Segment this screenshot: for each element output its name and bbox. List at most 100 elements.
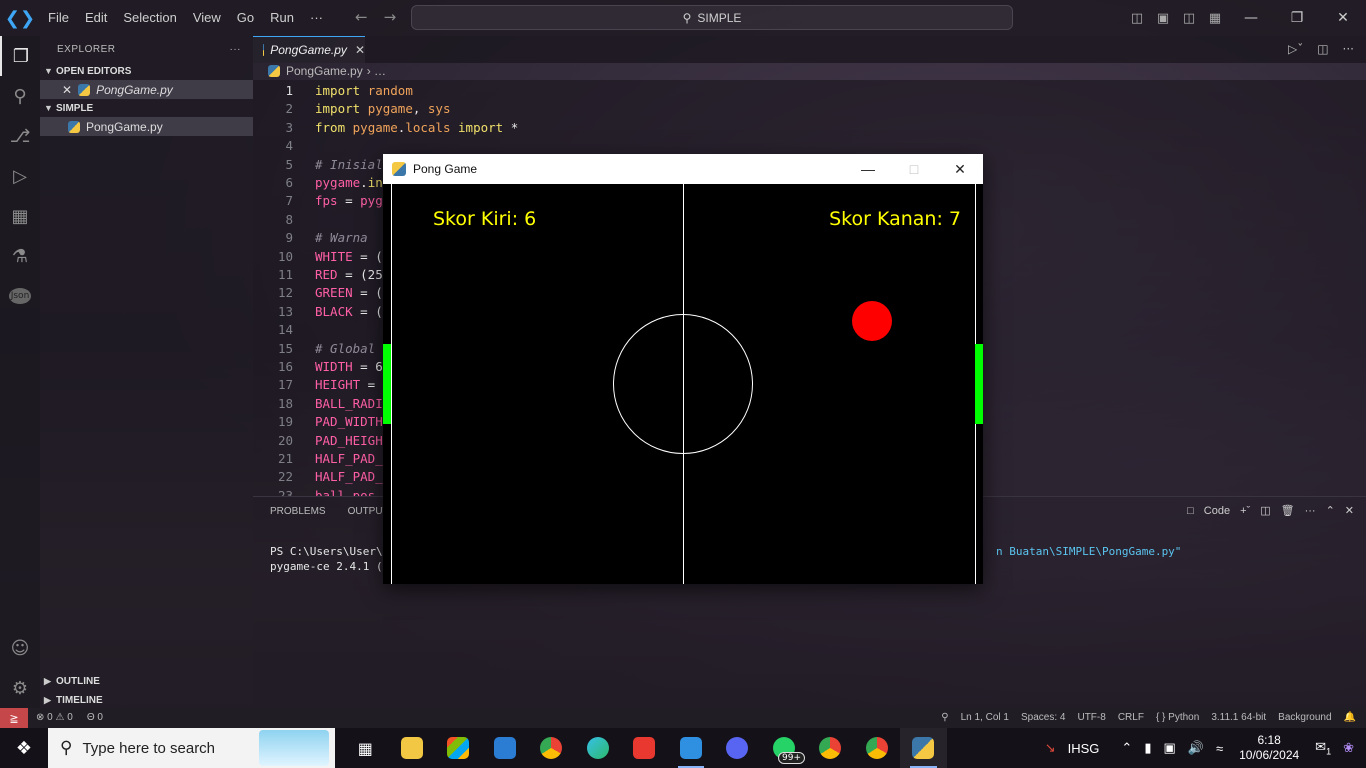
whatsapp-icon[interactable]: 99+	[761, 728, 808, 768]
code-line[interactable]: 3 from pygame.locals import *	[253, 119, 1353, 137]
breadcrumb: PongGame.py › …	[268, 64, 386, 78]
menu-more[interactable]: ···	[302, 0, 331, 36]
split-editor-icon[interactable]: ◫	[1317, 42, 1328, 56]
back-arrow-icon[interactable]: ←	[355, 8, 368, 26]
command-center[interactable]: ⚲ SIMPLE	[411, 5, 1013, 30]
windows-start-icon[interactable]: ❖	[0, 728, 48, 768]
mail-icon[interactable]	[482, 728, 529, 768]
more-icon[interactable]: ···	[1305, 505, 1316, 517]
code-line[interactable]: 1 import random	[253, 82, 1353, 100]
search-icon[interactable]: ⚲	[0, 76, 40, 116]
code-line[interactable]: 2 import pygame, sys	[253, 100, 1353, 118]
toggle-panel-icon[interactable]: ▣	[1150, 11, 1176, 26]
interpreter-version[interactable]: 3.11.1 64-bit	[1211, 712, 1266, 723]
account-icon[interactable]: ☺	[0, 628, 40, 668]
outline-section[interactable]: ▶ OUTLINE	[40, 672, 253, 690]
game-canvas[interactable]: Skor Kiri: 6 Skor Kanan: 7	[383, 184, 983, 584]
ports-status[interactable]: Θ 0	[87, 712, 103, 723]
zoom-icon[interactable]: ⚲	[941, 712, 948, 723]
split-terminal-icon[interactable]: ◫	[1260, 504, 1270, 517]
battery-icon[interactable]: ▮	[1138, 740, 1157, 756]
clock-date: 10/06/2024	[1239, 748, 1300, 762]
source-control-icon[interactable]: ⎇	[0, 116, 40, 156]
close-icon[interactable]: ✕	[62, 83, 72, 97]
toggle-sidebar-icon[interactable]: ◫	[1124, 11, 1150, 26]
maximize-panel-icon[interactable]: ⌃	[1326, 504, 1335, 517]
encoding[interactable]: UTF-8	[1077, 712, 1105, 723]
new-terminal-icon[interactable]: +ˇ	[1240, 505, 1250, 517]
chrome-profile-b-icon[interactable]	[854, 728, 901, 768]
notification-icon[interactable]: ✉1	[1309, 739, 1337, 757]
copilot-icon[interactable]: ❀	[1337, 740, 1360, 756]
meet-now-icon[interactable]: ▣	[1157, 740, 1181, 756]
remote-icon[interactable]: ≧	[0, 708, 28, 728]
minimize-button[interactable]: —	[1228, 10, 1274, 26]
stock-label[interactable]: IHSG	[1062, 741, 1106, 756]
python-file-icon	[68, 120, 80, 133]
language-mode[interactable]: { } Python	[1156, 712, 1199, 723]
extensions-icon[interactable]: ▦	[0, 196, 40, 236]
breadcrumb-more[interactable]: › …	[367, 64, 386, 78]
line-number: 7	[285, 193, 293, 209]
code-token: =	[337, 193, 361, 209]
explorer-icon[interactable]: ❐	[0, 36, 40, 76]
menu-run[interactable]: Run	[262, 0, 302, 36]
menu-selection[interactable]: Selection	[115, 0, 184, 36]
volume-icon[interactable]: 🔊	[1182, 740, 1210, 756]
tab-ponggame[interactable]: PongGame.py ✕	[253, 36, 365, 63]
problems-status[interactable]: ⊗ 0 ⚠ 0	[36, 712, 73, 723]
microsoft-store-icon[interactable]	[435, 728, 482, 768]
stock-chart-icon[interactable]: ↘	[1039, 740, 1062, 756]
line-number: 16	[277, 359, 293, 374]
indentation[interactable]: Spaces: 4	[1021, 712, 1065, 723]
testing-icon[interactable]: ⚗	[0, 236, 40, 276]
line-ending[interactable]: CRLF	[1118, 712, 1144, 723]
pong-minimize-button[interactable]: —	[845, 154, 891, 184]
file-tree-item[interactable]: PongGame.py	[40, 117, 253, 136]
run-debug-icon[interactable]: ▷	[0, 156, 40, 196]
customize-layout-icon[interactable]: ▦	[1202, 11, 1228, 26]
chevron-up-icon[interactable]: ⌃	[1115, 740, 1138, 756]
terminal-name[interactable]: Code	[1204, 505, 1230, 517]
code-token: # Global	[315, 340, 376, 356]
explorer-more-icon[interactable]: ···	[230, 44, 242, 55]
wifi-icon[interactable]: ≈	[1210, 741, 1229, 756]
close-tab-icon[interactable]: ✕	[355, 43, 365, 57]
run-icon[interactable]: ▷ˇ	[1288, 42, 1303, 56]
restore-button[interactable]: ❐	[1274, 10, 1320, 26]
toggle-secondary-sidebar-icon[interactable]: ◫	[1176, 11, 1202, 26]
edge-icon[interactable]	[575, 728, 622, 768]
code-line[interactable]: 4	[253, 137, 1353, 155]
close-button[interactable]: ✕	[1320, 10, 1366, 26]
menu-view[interactable]: View	[185, 0, 229, 36]
clock[interactable]: 6:18 10/06/2024	[1229, 733, 1309, 763]
taskbar-search[interactable]: ⚲ Type here to search	[48, 728, 335, 768]
python-taskbar-icon[interactable]	[900, 728, 947, 768]
settings-gear-icon[interactable]: ⚙	[0, 668, 40, 708]
vscode-taskbar-icon[interactable]	[668, 728, 715, 768]
file-explorer-icon[interactable]	[389, 728, 436, 768]
wps-office-icon[interactable]	[621, 728, 668, 768]
open-editors-section[interactable]: ▼ OPEN EDITORS	[40, 62, 253, 80]
menu-edit[interactable]: Edit	[77, 0, 115, 36]
breadcrumb-file[interactable]: PongGame.py	[286, 64, 363, 78]
timeline-section[interactable]: ▶ TIMELINE	[40, 691, 253, 709]
open-editor-item[interactable]: ✕ PongGame.py	[40, 80, 253, 99]
task-view-icon[interactable]: ▦	[342, 728, 389, 768]
more-actions-icon[interactable]: ···	[1343, 42, 1354, 56]
json-icon[interactable]: Json	[0, 276, 40, 316]
tab-problems[interactable]: PROBLEMS	[270, 506, 326, 517]
discord-icon[interactable]	[714, 728, 761, 768]
pong-close-button[interactable]: ✕	[937, 154, 983, 184]
chrome-profile-r-icon[interactable]	[807, 728, 854, 768]
close-panel-icon[interactable]: ✕	[1345, 504, 1354, 517]
cursor-position[interactable]: Ln 1, Col 1	[961, 712, 1009, 723]
menu-file[interactable]: File	[40, 0, 77, 36]
forward-arrow-icon[interactable]: →	[384, 8, 397, 26]
background-status[interactable]: Background	[1278, 712, 1331, 723]
trash-icon[interactable]: 🗑	[1281, 504, 1295, 517]
workspace-section[interactable]: ▼ SIMPLE	[40, 99, 253, 117]
menu-go[interactable]: Go	[229, 0, 262, 36]
notifications-bell-icon[interactable]: 🔔	[1344, 712, 1356, 723]
chrome-icon[interactable]	[528, 728, 575, 768]
